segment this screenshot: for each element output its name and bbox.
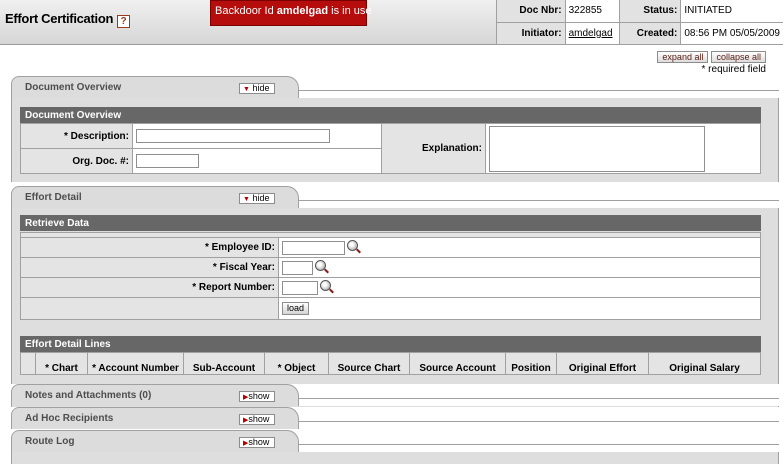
tab-notes-and-attachments: Notes and Attachments (0) ▶show bbox=[11, 384, 299, 406]
hide-document-overview-button[interactable]: ▼ hide bbox=[239, 83, 275, 94]
description-label: * Description: bbox=[20, 123, 133, 149]
expand-all-button[interactable]: expand all bbox=[657, 51, 709, 63]
doc-nbr-value: 322855 bbox=[564, 0, 620, 23]
page-title: Effort Certification bbox=[5, 11, 114, 26]
column-header: Position bbox=[505, 352, 557, 375]
column-header: Source Chart bbox=[328, 352, 410, 375]
collapse-all-button[interactable]: collapse all bbox=[711, 51, 766, 63]
explanation-cell bbox=[485, 123, 761, 174]
effort-detail-lines-section-header: Effort Detail Lines bbox=[20, 336, 761, 352]
column-header: Original Salary bbox=[648, 352, 761, 375]
tab-button-label: show bbox=[248, 391, 270, 401]
expand-collapse-controls: expand all collapse all bbox=[657, 51, 766, 63]
tab-route-log: Route Log ▶show bbox=[11, 430, 299, 452]
column-header: * Account Number bbox=[87, 352, 184, 375]
triangle-down-icon: ▼ bbox=[243, 86, 250, 93]
document-overview-grid: * Description: Explanation: Org. Doc. #: bbox=[20, 123, 761, 174]
report-number-label: * Report Number: bbox=[20, 277, 279, 298]
tab-label: Ad Hoc Recipients bbox=[25, 413, 114, 424]
hide-effort-detail-button[interactable]: ▼ hide bbox=[239, 193, 275, 204]
tab-button-label: show bbox=[248, 414, 270, 424]
help-icon[interactable]: ? bbox=[117, 15, 130, 28]
status-label: Status: bbox=[619, 0, 681, 23]
required-field-note: * required field bbox=[701, 64, 766, 75]
description-cell bbox=[132, 123, 382, 149]
column-header: Source Account bbox=[409, 352, 506, 375]
backdoor-prefix: Backdoor Id bbox=[215, 5, 277, 17]
tab-label: Effort Detail bbox=[25, 192, 82, 203]
initiator-link[interactable]: amdelgad bbox=[569, 28, 613, 39]
employee-id-cell bbox=[278, 237, 761, 258]
tab-ad-hoc-recipients: Ad Hoc Recipients ▶show bbox=[11, 407, 299, 429]
fiscal-year-input[interactable] bbox=[282, 260, 313, 275]
search-icon[interactable] bbox=[320, 280, 331, 291]
row-index-header bbox=[20, 352, 36, 375]
doc-nbr-label: Doc Nbr: bbox=[496, 0, 566, 23]
backdoor-banner: Backdoor Id amdelgad is in use bbox=[210, 0, 372, 26]
search-icon[interactable] bbox=[315, 260, 326, 271]
column-header: * Object bbox=[264, 352, 329, 375]
tab-label: Document Overview bbox=[25, 82, 122, 93]
tab-body bbox=[11, 452, 779, 464]
document-overview-section-header: Document Overview bbox=[20, 107, 761, 123]
status-value: INITIATED bbox=[680, 0, 783, 23]
tab-label: Notes and Attachments (0) bbox=[25, 390, 152, 401]
tab-button-label: hide bbox=[252, 193, 270, 203]
load-row-label bbox=[20, 297, 279, 320]
employee-id-label: * Employee ID: bbox=[20, 237, 279, 258]
retrieve-data-grid: * Employee ID: * Fiscal Year: * Report N… bbox=[20, 232, 761, 320]
show-route-log-button[interactable]: ▶show bbox=[239, 437, 275, 448]
tab-button-label: show bbox=[248, 437, 270, 447]
backdoor-user: amdelgad bbox=[276, 5, 329, 17]
column-header: * Chart bbox=[35, 352, 88, 375]
tab-divider bbox=[299, 421, 779, 422]
org-doc-label: Org. Doc. #: bbox=[20, 148, 133, 174]
fiscal-year-cell bbox=[278, 257, 761, 278]
tab-button-label: hide bbox=[252, 83, 270, 93]
show-notes-button[interactable]: ▶show bbox=[239, 391, 275, 402]
created-label: Created: bbox=[619, 22, 681, 45]
explanation-textarea[interactable] bbox=[489, 125, 705, 172]
report-number-input[interactable] bbox=[282, 280, 318, 295]
created-value: 08:56 PM 05/05/2009 bbox=[680, 22, 783, 45]
document-info-table: Doc Nbr: 322855 Status: INITIATED Initia… bbox=[496, 0, 783, 45]
tab-label: Route Log bbox=[25, 436, 75, 447]
load-cell: load bbox=[278, 297, 761, 320]
triangle-down-icon: ▼ bbox=[243, 196, 250, 203]
retrieve-data-section-header: Retrieve Data bbox=[20, 215, 761, 231]
column-header: Sub-Account bbox=[183, 352, 265, 375]
fiscal-year-label: * Fiscal Year: bbox=[20, 257, 279, 278]
explanation-label: Explanation: bbox=[381, 123, 486, 174]
load-button[interactable]: load bbox=[282, 302, 310, 315]
document-header: Effort Certification ? Backdoor Id amdel… bbox=[0, 0, 783, 45]
show-ad-hoc-recipients-button[interactable]: ▶show bbox=[239, 414, 275, 425]
description-input[interactable] bbox=[136, 129, 330, 143]
initiator-label: Initiator: bbox=[496, 22, 566, 45]
tab-divider bbox=[299, 200, 779, 201]
tab-divider bbox=[299, 444, 779, 445]
search-icon[interactable] bbox=[347, 240, 358, 251]
effort-detail-lines-table: * Chart * Account Number Sub-Account * O… bbox=[20, 352, 761, 375]
org-doc-input[interactable] bbox=[136, 154, 199, 168]
backdoor-suffix: is in use bbox=[328, 5, 372, 17]
tab-document-overview: Document Overview ▼ hide bbox=[11, 76, 299, 98]
employee-id-input[interactable] bbox=[282, 240, 345, 255]
report-number-cell bbox=[278, 277, 761, 298]
tab-divider bbox=[299, 398, 779, 399]
column-header: Original Effort bbox=[556, 352, 649, 375]
tab-divider bbox=[299, 90, 779, 91]
tab-effort-detail: Effort Detail ▼ hide bbox=[11, 186, 299, 208]
initiator-cell: amdelgad bbox=[564, 22, 620, 45]
org-doc-cell bbox=[132, 148, 382, 174]
